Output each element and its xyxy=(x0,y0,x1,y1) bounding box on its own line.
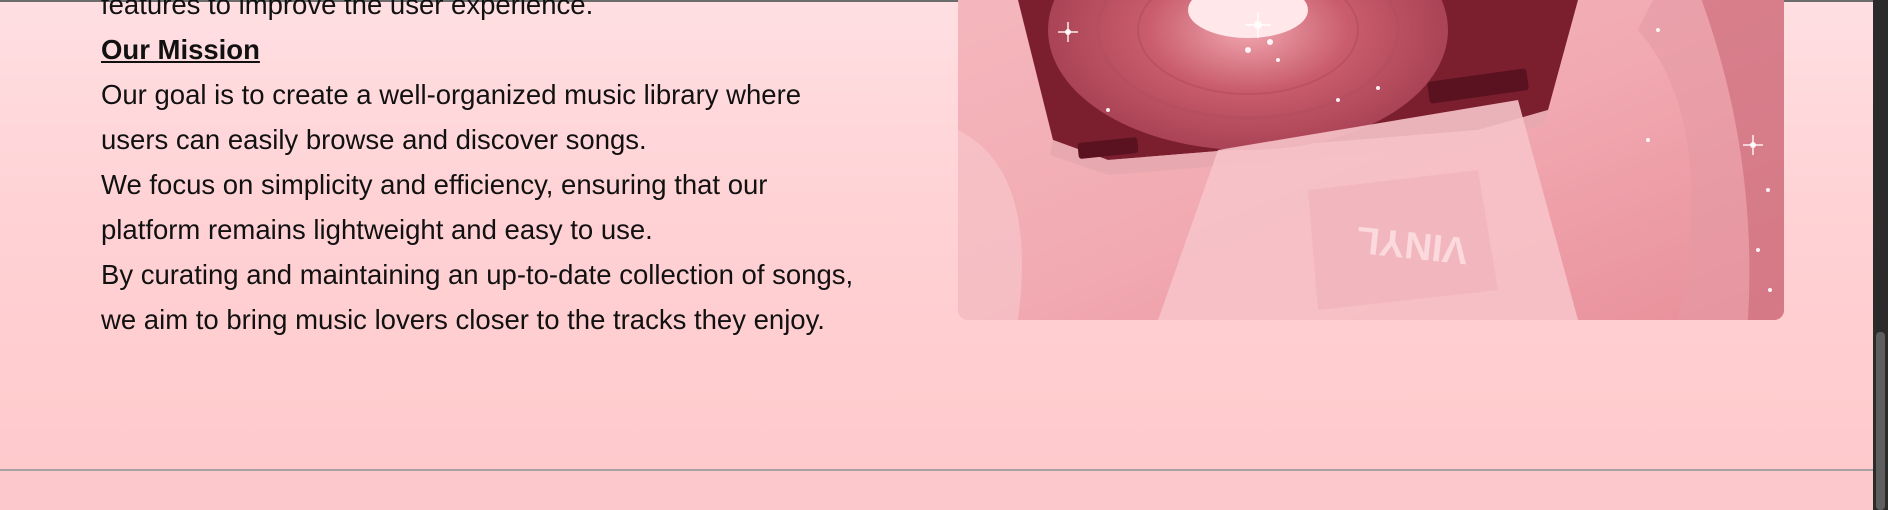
about-section: features to improve the user experience.… xyxy=(101,0,961,342)
previous-line: features to improve the user experience. xyxy=(101,0,594,20)
mission-line-6: we aim to bring music lovers closer to t… xyxy=(101,304,825,335)
scrollbar-thumb[interactable] xyxy=(1876,332,1885,510)
mission-heading: Our Mission xyxy=(101,34,260,65)
record-player-illustration: VINYL xyxy=(958,0,1784,320)
vertical-scrollbar[interactable] xyxy=(1873,0,1888,510)
footer xyxy=(0,471,1873,510)
mission-line-5: By curating and maintaining an up-to-dat… xyxy=(101,259,854,290)
record-player-image: VINYL xyxy=(958,0,1784,320)
mission-line-4: platform remains lightweight and easy to… xyxy=(101,214,653,245)
mission-line-2: users can easily browse and discover son… xyxy=(101,124,647,155)
page-body: features to improve the user experience.… xyxy=(0,0,1873,510)
mission-line-3: We focus on simplicity and efficiency, e… xyxy=(101,169,768,200)
mission-line-1: Our goal is to create a well-organized m… xyxy=(101,79,802,110)
